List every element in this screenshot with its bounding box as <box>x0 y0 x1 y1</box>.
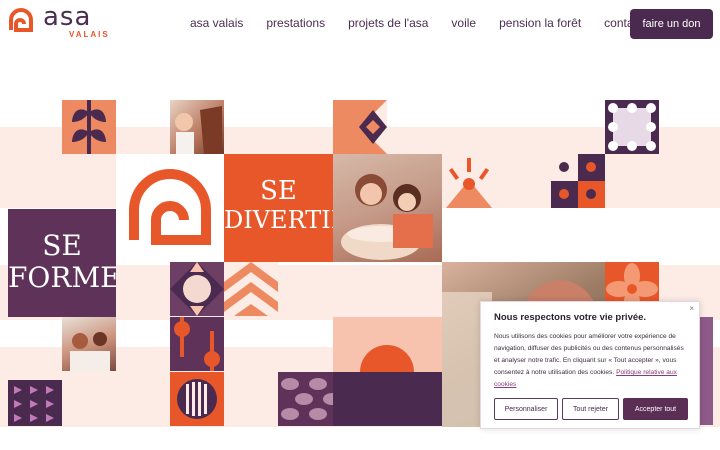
half-sun-icon <box>360 345 414 372</box>
cookie-consent-dialog: × Nous respectons votre vie privée. Nous… <box>480 301 700 429</box>
tile-divertir-line2: DIVERTIR <box>224 206 333 234</box>
pattern-tile <box>8 372 62 426</box>
pattern-tile <box>278 372 333 426</box>
logo-wordmark: asa <box>43 2 92 32</box>
diamond-icon <box>359 100 387 154</box>
photo-kids-icon <box>341 174 433 260</box>
photo-child-icon <box>175 106 222 154</box>
pattern-tile <box>62 100 116 154</box>
site-header: asa VALAIS asa valais prestations projet… <box>0 0 720 47</box>
nav-pension[interactable]: pension la forêt <box>499 16 581 30</box>
tile-former-line2: FORMER <box>8 261 116 294</box>
pattern-tile <box>333 372 442 426</box>
customize-button[interactable]: Personnaliser <box>494 398 558 420</box>
tile-se-divertir[interactable]: SE DIVERTIR <box>224 154 333 262</box>
sun-mountain-icon <box>446 158 492 208</box>
pattern-tile <box>333 317 442 372</box>
triangles-icon <box>8 372 62 422</box>
circle-leaves-icon <box>170 262 224 316</box>
cookie-description: Nous utilisons des cookies pour améliore… <box>494 331 690 391</box>
close-icon[interactable]: × <box>689 304 694 313</box>
tile-divertir-line1: SE <box>260 176 297 206</box>
logo-mark-icon <box>9 8 33 32</box>
tile-se-former[interactable]: SE FORMER <box>8 209 116 317</box>
leaves-icon <box>72 100 106 154</box>
photo-women-icon <box>70 332 110 371</box>
nav-asa-valais[interactable]: asa valais <box>190 16 243 30</box>
nav-prestations[interactable]: prestations <box>266 16 325 30</box>
nav-voile[interactable]: voile <box>451 16 476 30</box>
scales-icon <box>281 378 333 420</box>
pattern-tile <box>224 262 278 316</box>
nav-projets[interactable]: projets de l'asa <box>348 16 428 30</box>
donate-button[interactable]: faire un don <box>630 9 713 39</box>
pattern-tile <box>333 100 387 154</box>
asa-logo[interactable]: asa VALAIS <box>7 2 117 42</box>
frame-dots-icon <box>608 103 656 151</box>
pattern-tile <box>605 100 659 154</box>
photo-cooking-children <box>333 154 442 262</box>
cookie-title: Nous respectons votre vie privée. <box>494 312 647 323</box>
quad-pattern-icon <box>551 154 605 208</box>
asa-symbol-icon <box>129 169 211 245</box>
reject-all-button[interactable]: Tout rejeter <box>562 398 619 420</box>
main-nav: asa valais prestations projets de l'asa … <box>190 16 666 30</box>
chevrons-icon <box>224 262 278 316</box>
logo-subtitle: VALAIS <box>69 30 110 39</box>
pattern-tile <box>170 317 224 371</box>
pattern-tile <box>442 154 496 208</box>
tile-former-line1: SE <box>42 229 82 262</box>
asa-symbol-tile <box>116 154 224 262</box>
pattern-tile <box>170 372 224 426</box>
accept-all-button[interactable]: Accepter tout <box>623 398 688 420</box>
grill-icon <box>177 379 217 419</box>
photo-horse-child <box>170 100 224 154</box>
pattern-tile <box>551 154 605 208</box>
photo-women-desk <box>62 317 116 371</box>
lollipops-icon <box>174 317 220 371</box>
pattern-tile <box>170 262 224 316</box>
